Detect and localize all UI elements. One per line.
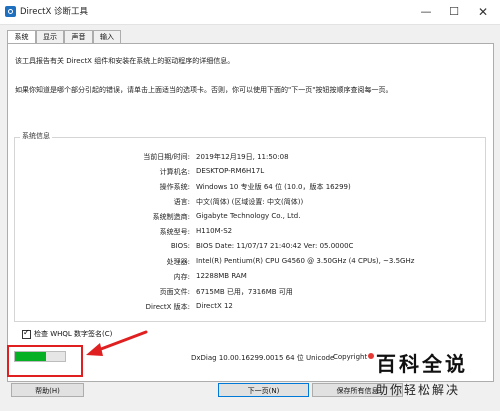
info-value-bios: BIOS Date: 11/07/17 21:40:42 Ver: 05.000… [196, 242, 354, 250]
title-bar: DirectX 诊断工具 — ☐ ✕ [0, 0, 500, 25]
intro-text-1: 该工具报告有关 DirectX 组件和安装在系统上的驱动程序的详细信息。 [15, 57, 235, 65]
tab-sound[interactable]: 声音 [64, 30, 93, 44]
info-label-processor: 处理器: [166, 258, 190, 266]
maximize-button[interactable]: ☐ [440, 0, 468, 24]
next-page-button[interactable]: 下一页(N) [218, 383, 309, 397]
whql-checkbox[interactable] [22, 328, 31, 339]
close-button[interactable]: ✕ [469, 0, 497, 24]
info-value-manufacturer: Gigabyte Technology Co., Ltd. [196, 212, 301, 220]
help-button[interactable]: 帮助(H) [11, 383, 84, 397]
info-label-directx-version: DirectX 版本: [145, 303, 190, 311]
info-label-datetime: 当前日期/时间: [143, 153, 190, 161]
info-value-processor: Intel(R) Pentium(R) CPU G4560 @ 3.50GHz … [196, 257, 415, 265]
watermark-title: 百科全说 [376, 352, 468, 376]
info-value-datetime: 2019年12月19日, 11:50:08 [196, 153, 289, 161]
directx-app-icon [5, 6, 16, 17]
info-label-os: 操作系统: [159, 183, 190, 191]
info-value-directx-version: DirectX 12 [196, 302, 233, 310]
watermark-dot-icon [368, 353, 374, 359]
minimize-button[interactable]: — [412, 0, 440, 24]
watermark-subtitle: 助你轻松解决 [376, 383, 461, 397]
watermark-logo: 百科全说 助你轻松解决 [368, 348, 496, 404]
info-value-language: 中文(简体) (区域设置: 中文(简体)) [196, 198, 304, 206]
info-label-manufacturer: 系统制造商: [152, 213, 190, 221]
info-value-os: Windows 10 专业版 64 位 (10.0，版本 16299) [196, 183, 351, 191]
info-value-page-file: 6715MB 已用，7316MB 可用 [196, 288, 293, 296]
info-label-page-file: 页面文件: [159, 288, 190, 296]
tab-input[interactable]: 输入 [93, 30, 121, 44]
info-label-language: 语言: [173, 198, 190, 206]
info-label-model: 系统型号: [159, 228, 190, 236]
info-label-bios: BIOS: [170, 242, 190, 250]
tab-display[interactable]: 显示 [36, 30, 64, 44]
system-info-group-label: 系统信息 [20, 131, 52, 141]
dxdiag-version-text: DxDiag 10.00.16299.0015 64 位 Unicode [191, 354, 335, 362]
intro-text-2: 如果你知道是哪个部分引起的错误，请单击上面适当的选项卡。否则，你可以使用下面的"… [15, 86, 393, 94]
info-label-computer-name: 计算机名: [159, 168, 190, 176]
dxdiag-window: DirectX 诊断工具 — ☐ ✕ 系统 显示 声音 输入 该工具报告有关 D… [0, 0, 500, 411]
window-title: DirectX 诊断工具 [20, 7, 88, 17]
info-value-memory: 12288MB RAM [196, 272, 247, 280]
copyright-text: Copyright [333, 353, 368, 361]
info-label-memory: 内存: [173, 273, 190, 281]
info-value-model: H110M-S2 [196, 227, 233, 235]
whql-checkbox-label: 检查 WHQL 数字签名(C) [34, 330, 113, 338]
annotation-highlight-box [7, 345, 83, 377]
info-value-computer-name: DESKTOP-RM6H17L [196, 167, 265, 175]
